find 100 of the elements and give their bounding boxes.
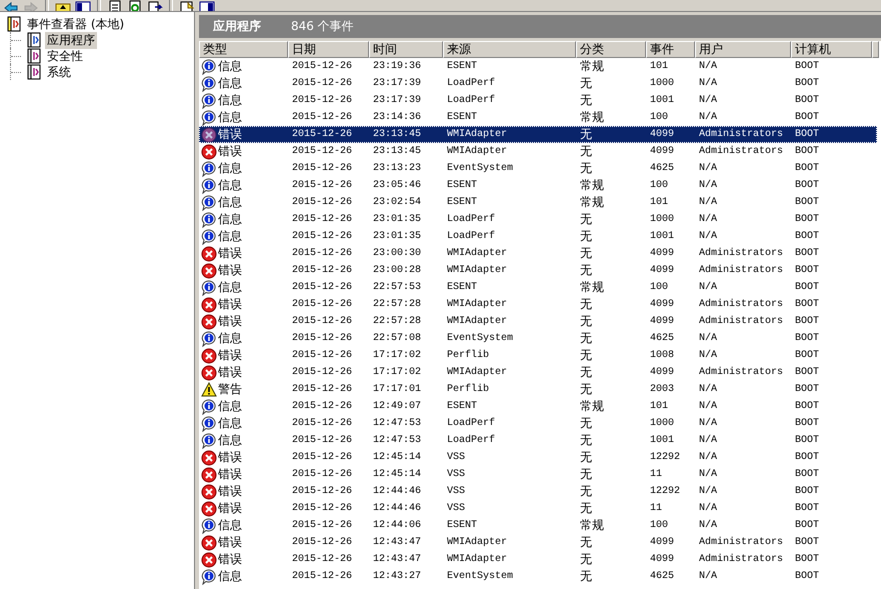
time-cell-text: 12:44:06 — [372, 520, 422, 531]
event-row[interactable]: 错误 2015-12-26 17:17:02 WMIAdapter 无 4099 Administrators BOOT — [199, 364, 877, 381]
column-header[interactable]: 类型 — [199, 41, 288, 58]
pane-button[interactable] — [198, 0, 216, 11]
category-cell-text: 常规 — [579, 517, 605, 534]
event-row[interactable]: 信息 2015-12-26 22:57:08 EventSystem 无 4625 N/A BOOT — [199, 330, 877, 347]
event-row[interactable]: 信息 2015-12-26 23:17:39 LoadPerf 无 1001 N/A BOOT — [199, 92, 877, 109]
event-id-cell-text: 12292 — [649, 486, 682, 497]
user-cell-text: Administrators — [698, 537, 784, 548]
date-cell-text: 2015-12-26 — [291, 78, 354, 89]
log-book-icon — [26, 48, 42, 64]
tree-item[interactable]: 系统 — [45, 64, 73, 80]
time-cell-text: 23:02:54 — [372, 197, 422, 208]
event-row[interactable]: 错误 2015-12-26 17:17:02 Perflib 无 1008 N/A BOOT — [199, 347, 877, 364]
date-cell-text: 2015-12-26 — [291, 486, 354, 497]
event-row[interactable]: 信息 2015-12-26 23:05:46 ESENT 常规 100 N/A BOOT — [199, 177, 877, 194]
date-cell-text: 2015-12-26 — [291, 282, 354, 293]
event-id-cell-text: 11 — [649, 503, 664, 514]
event-row[interactable]: 错误 2015-12-26 23:13:45 WMIAdapter 无 4099 Administrators BOOT — [199, 143, 877, 160]
source-cell-text: WMIAdapter — [446, 367, 508, 378]
tree-item[interactable]: 安全性 — [45, 48, 85, 64]
event-row[interactable]: 信息 2015-12-26 12:47:53 LoadPerf 无 1001 N/A BOOT — [199, 432, 877, 449]
date-cell-text: 2015-12-26 — [291, 452, 354, 463]
event-row[interactable]: 信息 2015-12-26 12:43:27 EventSystem 无 4625 N/A BOOT — [199, 568, 877, 585]
column-header[interactable]: 用户 — [695, 41, 791, 58]
time-cell-text: 12:43:47 — [372, 554, 422, 565]
warning-icon — [201, 382, 217, 398]
user-cell-text: N/A — [698, 350, 718, 361]
tree-pane-button[interactable] — [74, 0, 92, 11]
type-cell: 信息 — [218, 177, 242, 194]
event-row[interactable]: 信息 2015-12-26 23:17:39 LoadPerf 无 1000 N/A BOOT — [199, 75, 877, 92]
event-row[interactable]: 信息 2015-12-26 23:14:36 ESENT 常规 100 N/A BOOT — [199, 109, 877, 126]
event-row[interactable]: 信息 2015-12-26 23:19:36 ESENT 常规 101 N/A BOOT — [199, 58, 877, 75]
event-row[interactable]: 错误 2015-12-26 12:44:46 VSS 无 11 N/A BOOT — [199, 500, 877, 517]
source-cell-text: LoadPerf — [446, 231, 496, 242]
column-header[interactable]: 来源 — [443, 41, 576, 58]
source-cell-text: LoadPerf — [446, 95, 496, 106]
date-cell-text: 2015-12-26 — [291, 163, 354, 174]
event-row[interactable]: 信息 2015-12-26 23:13:23 EventSystem 无 4625 N/A BOOT — [199, 160, 877, 177]
event-row[interactable]: 信息 2015-12-26 12:49:07 ESENT 常规 101 N/A BOOT — [199, 398, 877, 415]
category-cell-text: 无 — [579, 75, 593, 92]
computer-cell-text: BOOT — [794, 214, 820, 225]
computer-cell-text: BOOT — [794, 163, 820, 174]
time-cell-text: 23:05:46 — [372, 180, 422, 191]
event-row[interactable]: 信息 2015-12-26 23:01:35 LoadPerf 无 1001 N/A BOOT — [199, 228, 877, 245]
time-cell-text: 12:44:46 — [372, 486, 422, 497]
type-cell: 信息 — [218, 109, 242, 126]
event-row[interactable]: 错误 2015-12-26 12:44:46 VSS 无 12292 N/A BOOT — [199, 483, 877, 500]
user-cell-text: N/A — [698, 333, 718, 344]
column-header[interactable]: 时间 — [369, 41, 443, 58]
category-cell-text: 无 — [579, 126, 593, 143]
log-book-icon — [26, 32, 42, 48]
source-cell-text: LoadPerf — [446, 78, 496, 89]
event-row[interactable]: 错误 2015-12-26 23:13:45 WMIAdapter 无 4099 Administrators BOOT — [199, 126, 877, 143]
time-cell-text: 17:17:02 — [372, 350, 422, 361]
type-cell: 错误 — [218, 483, 242, 500]
event-row[interactable]: 信息 2015-12-26 22:57:53 ESENT 常规 100 N/A BOOT — [199, 279, 877, 296]
column-header[interactable]: 事件 — [646, 41, 695, 58]
user-cell-text: N/A — [698, 197, 718, 208]
event-row[interactable]: 错误 2015-12-26 12:43:47 WMIAdapter 无 4099 Administrators BOOT — [199, 551, 877, 568]
event-row[interactable]: 错误 2015-12-26 23:00:28 WMIAdapter 无 4099 Administrators BOOT — [199, 262, 877, 279]
export-button[interactable] — [146, 0, 164, 11]
back-arrow-button[interactable] — [2, 0, 20, 11]
event-id-cell-text: 100 — [649, 282, 670, 293]
source-cell-text: WMIAdapter — [446, 299, 508, 310]
user-cell-text: Administrators — [698, 367, 784, 378]
column-header[interactable]: 计算机 — [791, 41, 872, 58]
date-cell-text: 2015-12-26 — [291, 180, 354, 191]
event-row[interactable]: 信息 2015-12-26 12:47:53 LoadPerf 无 1000 N/A BOOT — [199, 415, 877, 432]
event-row[interactable]: 错误 2015-12-26 12:45:14 VSS 无 11 N/A BOOT — [199, 466, 877, 483]
date-cell-text: 2015-12-26 — [291, 537, 354, 548]
date-cell-text: 2015-12-26 — [291, 571, 354, 582]
source-cell-text: Perflib — [446, 384, 490, 395]
user-cell-text: N/A — [698, 503, 718, 514]
event-row[interactable]: 错误 2015-12-26 22:57:28 WMIAdapter 无 4099 Administrators BOOT — [199, 296, 877, 313]
event-row[interactable]: 错误 2015-12-26 12:43:47 WMIAdapter 无 4099 Administrators BOOT — [199, 534, 877, 551]
tree-root-item[interactable]: 事件查看器 (本地) — [25, 16, 126, 32]
event-row[interactable]: 信息 2015-12-26 23:02:54 ESENT 常规 101 N/A BOOT — [199, 194, 877, 211]
type-cell: 信息 — [218, 75, 242, 92]
time-cell-text: 12:45:14 — [372, 469, 422, 480]
event-row[interactable]: 警告 2015-12-26 17:17:01 Perflib 无 2003 N/A BOOT — [199, 381, 877, 398]
time-cell-text: 12:49:07 — [372, 401, 422, 412]
event-row[interactable]: 信息 2015-12-26 12:44:06 ESENT 常规 100 N/A BOOT — [199, 517, 877, 534]
event-row[interactable]: 错误 2015-12-26 12:45:14 VSS 无 12292 N/A BOOT — [199, 449, 877, 466]
category-cell-text: 无 — [579, 160, 593, 177]
date-cell-text: 2015-12-26 — [291, 469, 354, 480]
category-cell-text: 常规 — [579, 58, 605, 75]
column-header[interactable]: 分类 — [576, 41, 646, 58]
user-cell-text: N/A — [698, 61, 718, 72]
type-cell: 信息 — [218, 432, 242, 449]
time-cell-text: 23:01:35 — [372, 231, 422, 242]
tree-item[interactable]: 应用程序 — [45, 32, 97, 48]
column-header[interactable]: 日期 — [288, 41, 369, 58]
event-row[interactable]: 错误 2015-12-26 23:00:30 WMIAdapter 无 4099 Administrators BOOT — [199, 245, 877, 262]
event-row[interactable]: 信息 2015-12-26 23:01:35 LoadPerf 无 1000 N/A BOOT — [199, 211, 877, 228]
event-id-cell-text: 1000 — [649, 418, 676, 429]
source-cell-text: ESENT — [446, 282, 478, 293]
date-cell-text: 2015-12-26 — [291, 112, 354, 123]
event-row[interactable]: 错误 2015-12-26 22:57:28 WMIAdapter 无 4099 Administrators BOOT — [199, 313, 877, 330]
type-cell: 错误 — [218, 296, 242, 313]
